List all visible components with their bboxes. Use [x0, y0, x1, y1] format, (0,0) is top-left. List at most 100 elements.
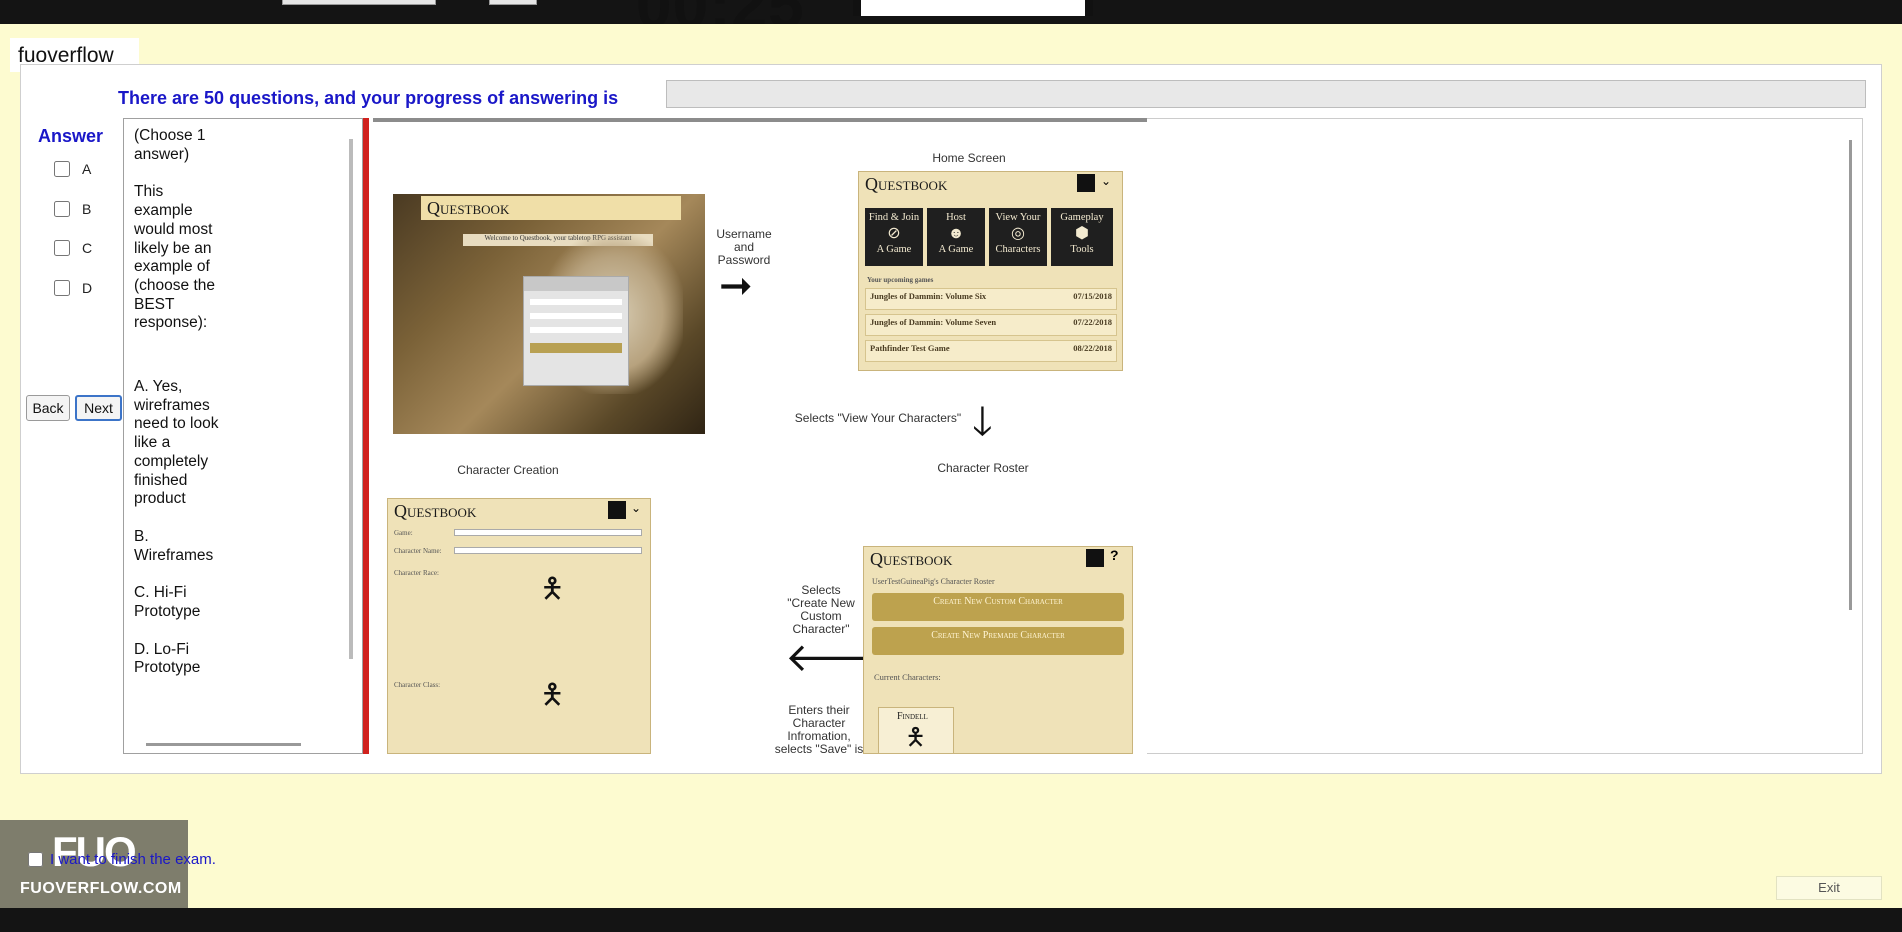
timer-box [853, 0, 1093, 16]
game-field [454, 529, 642, 536]
font-size-select[interactable] [282, 0, 436, 5]
game-row: 07/22/2018 Jungles of Dammin: Volume Seve… [865, 314, 1117, 336]
login-app-title: Questbook [421, 196, 681, 220]
enters-info-label: Enters their Character Infromation, sele… [774, 703, 864, 756]
game-name: Jungles of Dammin: Volume Seven [870, 317, 997, 327]
home-screen-image: Questbook ⌄ Find & Join ⊘ A Game Host ☻ A Ga… [858, 171, 1123, 371]
upcoming-label: Your upcoming games [867, 276, 934, 284]
login-password-field [530, 313, 622, 319]
progress-label: There are 50 questions, and your progres… [118, 88, 619, 108]
character-name: Findell [897, 711, 928, 722]
login-welcome: Welcome to Questbook, your tabletop RPG … [463, 234, 653, 246]
tile-host-bottom: A Game [938, 244, 974, 255]
home-chevron-down-icon: ⌄ [1101, 174, 1112, 188]
create-custom-button: Create New Custom Character [872, 593, 1124, 621]
option-c-checkbox[interactable] [54, 240, 70, 256]
choice-b-text: B. Wireframes [134, 527, 214, 564]
answer-title: Answer [38, 126, 104, 146]
question-stem: This example would most likely be an exa… [134, 183, 215, 332]
username-label: Username and Password [716, 227, 772, 267]
tile-gameplay-top: Gameplay [1060, 212, 1104, 223]
finish-exam-checkbox[interactable] [28, 852, 43, 867]
tile-gameplay-bottom: Tools [1070, 244, 1094, 255]
option-b-checkbox[interactable] [54, 201, 70, 217]
top-bar: 00:25 [0, 0, 1902, 24]
creation-chevron-down-icon: ⌄ [631, 501, 642, 515]
choice-a-text: A. Yes, wireframes need to look like a c… [134, 378, 219, 508]
game-name: Pathfinder Test Game [870, 343, 950, 353]
creation-avatar [608, 501, 626, 519]
login-field-3 [530, 327, 622, 333]
choice-d-text: D. Lo-Fi Prototype [134, 640, 201, 677]
person-icon: 🯅 [540, 573, 565, 604]
roster-avatar [1086, 549, 1104, 567]
question-vertical-scrollbar[interactable] [349, 139, 353, 659]
progress-bar [666, 80, 1866, 108]
question-instruction: (Choose 1 answer) [134, 127, 206, 163]
character-creation-label: Character Creation [457, 463, 559, 477]
game-date: 07/22/2018 [1073, 317, 1112, 327]
storyboard-diagram: Questbook Welcome to Questbook, your tab… [373, 122, 1147, 756]
home-avatar [1077, 174, 1095, 192]
compass-icon: ⊘ [887, 225, 901, 242]
right-arrow-icon: ➞ [719, 264, 753, 308]
zoom-select[interactable] [489, 0, 537, 5]
tile-view-bottom: Characters [995, 244, 1041, 255]
login-form [523, 276, 629, 386]
person-icon: 🯅 [540, 679, 565, 710]
login-tabs [524, 277, 628, 291]
name-field [454, 547, 642, 554]
watermark-small: FUOVERFLOW.COM [20, 880, 182, 897]
game-date: 07/15/2018 [1073, 291, 1112, 301]
home-tile-host: Host ☻ A Game [927, 208, 985, 266]
finish-exam[interactable]: I want to finish the exam. [28, 851, 216, 868]
dice-icon: ⬢ [1075, 225, 1089, 242]
home-tile-find: Find & Join ⊘ A Game [865, 208, 923, 266]
selects-create-label: Selects "Create New Custom Character" [787, 583, 855, 636]
top-strip [0, 24, 1902, 36]
down-arrow-icon: 🡓 [972, 400, 993, 444]
bottom-bar [0, 908, 1902, 932]
image-vertical-scrollbar[interactable] [1849, 140, 1852, 610]
character-card: Findell 🯅 [878, 707, 954, 753]
option-a[interactable]: A [54, 161, 91, 177]
game-date: 08/22/2018 [1073, 343, 1112, 353]
character-creation-image: Questbook ⌄ Game: Character Name: Charac… [387, 498, 651, 754]
home-tile-gameplay: Gameplay ⬢ Tools [1051, 208, 1113, 266]
option-d-label: D [82, 280, 93, 296]
question-text: (Choose 1 answer) This example would mos… [134, 127, 226, 697]
current-characters-label: Current Characters: [874, 672, 941, 682]
tile-find-top: Find & Join [868, 212, 920, 223]
home-screen-label: Home Screen [932, 151, 1006, 165]
login-username-field [530, 299, 622, 305]
game-row: 07/15/2018 Jungles of Dammin: Volume Six [865, 288, 1117, 310]
game-row: 08/22/2018 Pathfinder Test Game [865, 340, 1117, 362]
question-box: (Choose 1 answer) This example would mos… [123, 118, 363, 754]
question-horizontal-scrollbar[interactable] [146, 743, 301, 746]
tile-view-top: View Your [995, 212, 1041, 223]
option-b-label: B [82, 201, 92, 217]
game-name: Jungles of Dammin: Volume Six [870, 291, 987, 301]
exit-button[interactable]: Exit [1776, 876, 1882, 900]
group-icon: ☻ [947, 225, 965, 242]
choice-c-text: C. Hi-Fi Prototype [134, 584, 201, 621]
form-label-class: Character Class: [394, 681, 441, 689]
back-button[interactable]: Back [26, 395, 70, 421]
option-d[interactable]: D [54, 280, 92, 296]
create-premade-button: Create New Premade Character [872, 627, 1124, 655]
form-label-name: Character Name: [394, 547, 442, 555]
target-icon: ◎ [1011, 225, 1025, 242]
option-b[interactable]: B [54, 201, 91, 217]
splitter[interactable] [363, 118, 369, 754]
tile-find-bottom: A Game [876, 244, 912, 255]
help-icon: ? [1110, 547, 1119, 563]
option-d-checkbox[interactable] [54, 280, 70, 296]
option-a-checkbox[interactable] [54, 161, 70, 177]
option-a-label: A [82, 161, 92, 177]
next-button[interactable]: Next [75, 395, 122, 421]
option-c[interactable]: C [54, 240, 92, 256]
tile-host-top: Host [946, 212, 966, 223]
character-roster-label: Character Roster [937, 461, 1029, 475]
selects-view-label: Selects "View Your Characters" [794, 411, 962, 425]
character-roster-image: Questbook ? UserTestGuineaPig's Characte… [863, 546, 1133, 754]
